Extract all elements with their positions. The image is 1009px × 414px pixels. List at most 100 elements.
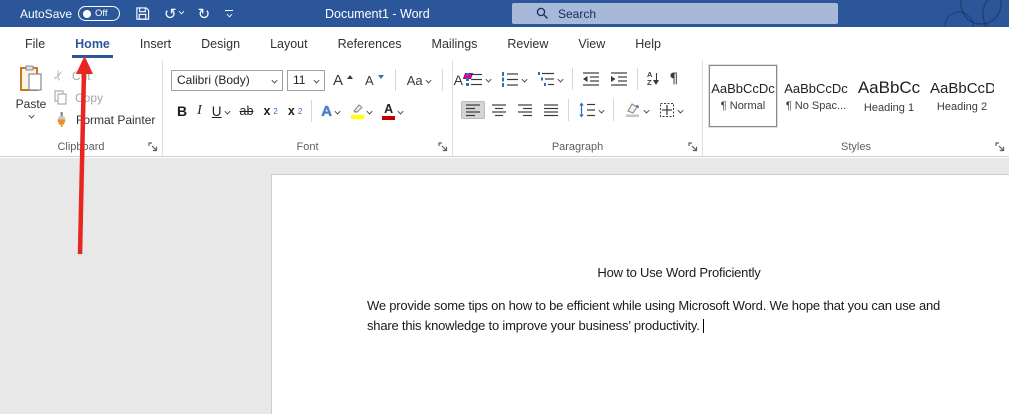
decrease-indent-icon [582, 71, 600, 87]
style-normal[interactable]: AaBbCcDc ¶ Normal [709, 65, 777, 127]
autosave-label: AutoSave [20, 7, 72, 21]
align-center-button[interactable] [487, 101, 511, 119]
undo-button[interactable]: ↺ [157, 0, 191, 27]
clipboard-group-label: Clipboard [0, 141, 162, 153]
document-title-text: How to Use Word Proficiently [367, 265, 991, 280]
save-icon [135, 6, 150, 21]
change-case-button[interactable]: Aa [403, 71, 435, 90]
tab-mailings[interactable]: Mailings [417, 27, 493, 60]
undo-icon: ↺ [164, 5, 177, 23]
document-body-line-2: share this knowledge to improve your bus… [367, 318, 700, 333]
paragraph-group-label: Paragraph [453, 141, 702, 153]
titlebar-decoration [919, 0, 1009, 27]
paste-button[interactable]: Paste [8, 65, 54, 118]
style-heading-2[interactable]: AaBbCcD Heading 2 [928, 65, 996, 127]
redo-button[interactable]: ↻ [191, 0, 218, 27]
cut-label: Cut [72, 69, 91, 83]
customize-quick-access-toolbar-button[interactable] [217, 10, 241, 17]
increase-indent-button[interactable] [606, 69, 632, 89]
paragraph-dialog-launcher[interactable] [688, 142, 698, 152]
justify-button[interactable] [539, 101, 563, 119]
copy-button[interactable]: Copy [54, 90, 155, 105]
font-color-chevron-icon [398, 108, 404, 114]
numbering-chevron-icon [521, 76, 527, 82]
shading-chevron-icon [643, 107, 649, 113]
paragraph-group: AZ ¶ [453, 60, 703, 156]
numbering-button[interactable] [497, 69, 531, 89]
text-highlight-color-button[interactable] [346, 101, 376, 121]
format-painter-button[interactable]: Format Painter [54, 112, 155, 127]
tab-review[interactable]: Review [492, 27, 563, 60]
numbering-icon [501, 71, 519, 87]
decrease-indent-button[interactable] [578, 69, 604, 89]
search-box[interactable]: Search [512, 3, 838, 24]
save-button[interactable] [128, 0, 157, 27]
strikethrough-button[interactable]: ab [236, 102, 258, 120]
ribbon: Paste ✂ Cut Copy [0, 60, 1009, 157]
shrink-font-caret-icon [378, 75, 384, 79]
font-size-combobox[interactable]: 11 [287, 70, 325, 91]
bullets-button[interactable] [461, 69, 495, 89]
borders-chevron-icon [677, 107, 683, 113]
subscript-button[interactable]: x2 [259, 102, 281, 120]
underline-button[interactable]: U [208, 102, 234, 121]
show-hide-formatting-button[interactable]: ¶ [665, 69, 682, 89]
title-bar: AutoSave Off ↺ ↻ Document1 - Word [0, 0, 1009, 27]
tab-view[interactable]: View [563, 27, 620, 60]
style-no-spacing[interactable]: AaBbCcDc ¶ No Spac... [782, 65, 850, 127]
bold-button[interactable]: B [173, 101, 191, 121]
format-painter-label: Format Painter [76, 113, 155, 127]
word-window: AutoSave Off ↺ ↻ Document1 - Word [0, 0, 1009, 414]
shrink-font-button[interactable]: A [361, 71, 388, 90]
clipboard-dialog-launcher[interactable] [148, 142, 158, 152]
highlight-chevron-icon [367, 108, 373, 114]
font-group-label: Font [163, 141, 452, 153]
change-case-chevron-icon [425, 77, 431, 83]
styles-dialog-launcher[interactable] [995, 142, 1005, 152]
shading-icon [623, 102, 641, 118]
font-dialog-launcher[interactable] [438, 142, 448, 152]
copy-label: Copy [75, 91, 103, 105]
autosave-control: AutoSave Off [20, 6, 120, 21]
align-left-icon [465, 103, 481, 117]
align-left-button[interactable] [461, 101, 485, 119]
borders-icon [659, 102, 675, 118]
shading-button[interactable] [619, 100, 653, 120]
font-color-button[interactable]: A [378, 101, 407, 122]
italic-button[interactable]: I [193, 101, 206, 121]
line-spacing-chevron-icon [598, 107, 604, 113]
increase-indent-icon [610, 71, 628, 87]
pilcrow-icon: ¶ [669, 71, 678, 87]
tab-file[interactable]: File [10, 27, 60, 60]
tab-layout[interactable]: Layout [255, 27, 323, 60]
document-page[interactable]: How to Use Word Proficiently We provide … [271, 174, 1009, 414]
line-spacing-button[interactable] [574, 100, 608, 120]
tab-insert[interactable]: Insert [125, 27, 186, 60]
style-heading-1[interactable]: AaBbCc Heading 1 [855, 65, 923, 127]
line-spacing-icon [578, 102, 596, 118]
bullets-chevron-icon [485, 76, 491, 82]
autosave-toggle[interactable]: Off [78, 6, 120, 21]
tab-references[interactable]: References [323, 27, 417, 60]
align-right-button[interactable] [513, 101, 537, 119]
tab-help[interactable]: Help [620, 27, 676, 60]
font-name-combobox[interactable]: Calibri (Body) [171, 70, 283, 91]
bullets-icon [465, 71, 483, 87]
multilevel-list-icon [537, 71, 555, 87]
sort-button[interactable]: AZ [643, 69, 663, 89]
tab-design[interactable]: Design [186, 27, 255, 60]
font-size-chevron-icon [313, 77, 319, 83]
font-color-bar-icon [382, 116, 395, 120]
text-effects-button[interactable]: A [317, 101, 344, 122]
paste-dropdown-chevron-icon [28, 112, 34, 118]
tab-home[interactable]: Home [60, 27, 125, 60]
align-right-icon [517, 103, 533, 117]
superscript-button[interactable]: x2 [284, 102, 306, 120]
cut-button[interactable]: ✂ Cut [54, 68, 155, 83]
document-body-line-1: We provide some tips on how to be effici… [367, 296, 992, 316]
sort-icon: AZ [647, 71, 659, 87]
borders-button[interactable] [655, 100, 687, 120]
grow-font-button[interactable]: A [329, 70, 357, 91]
multilevel-list-button[interactable] [533, 69, 567, 89]
multilevel-list-chevron-icon [557, 76, 563, 82]
